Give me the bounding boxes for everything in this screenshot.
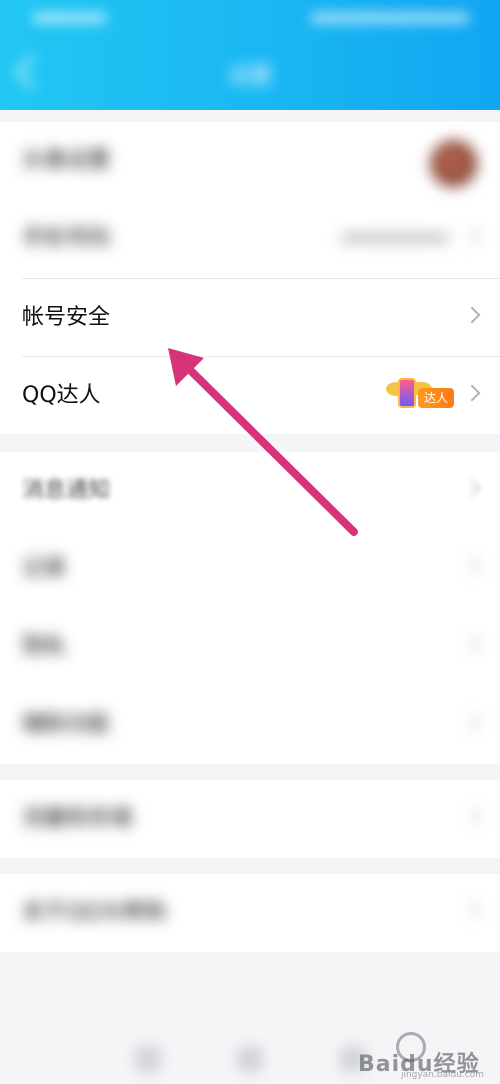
row-records[interactable]: 记录 xyxy=(0,530,500,608)
row-account-security[interactable]: 帐号安全 xyxy=(0,279,500,357)
chevron-right-icon xyxy=(463,901,481,919)
row-about[interactable]: 关于QQ与帮助 xyxy=(0,874,500,952)
back-icon[interactable] xyxy=(15,55,49,89)
chevron-right-icon xyxy=(463,635,481,653)
row-label: 关于QQ与帮助 xyxy=(22,900,167,925)
row-privacy[interactable]: 隐私 xyxy=(0,608,500,686)
row-label: 手机号码 xyxy=(22,226,111,251)
phone-icon xyxy=(398,378,416,408)
page-title: 设置 xyxy=(227,64,272,89)
daren-badge: 达人 xyxy=(386,376,454,412)
row-label: 帐号安全 xyxy=(22,305,111,330)
about-group: 关于QQ与帮助 xyxy=(0,874,500,952)
baidu-watermark: Baidu经验 jingyan.baidu.com xyxy=(358,1032,488,1080)
row-label: 隐私 xyxy=(22,634,67,659)
row-accessibility[interactable]: 辅助功能 xyxy=(0,686,500,764)
row-storage[interactable]: 流量和存储 xyxy=(0,780,500,858)
chevron-right-icon xyxy=(463,713,481,731)
status-left xyxy=(32,12,107,24)
chevron-right-icon xyxy=(463,306,481,324)
settings-group: 消息通知 记录 隐私 辅助功能 xyxy=(0,452,500,764)
avatar xyxy=(430,140,478,188)
row-phone[interactable]: 手机号码 xyxy=(0,200,500,278)
watermark-sub: jingyan.baidu.com xyxy=(400,1070,484,1080)
chevron-right-icon xyxy=(463,557,481,575)
row-label: 辅助功能 xyxy=(22,712,111,737)
nav-tab-icon[interactable] xyxy=(135,1046,161,1072)
row-label: QQ达人 xyxy=(22,383,101,408)
row-label: 流量和存储 xyxy=(22,806,133,831)
row-label: 消息通知 xyxy=(22,478,111,503)
status-right xyxy=(310,12,470,24)
chevron-right-icon xyxy=(463,807,481,825)
nav-tab-icon[interactable] xyxy=(237,1046,263,1072)
account-group: 头像设置 手机号码 帐号安全 QQ达人 达人 xyxy=(0,122,500,434)
nav-bar: 设置 xyxy=(0,40,500,104)
row-avatar[interactable]: 头像设置 xyxy=(0,122,500,200)
badge-label: 达人 xyxy=(418,388,454,408)
row-notifications[interactable]: 消息通知 xyxy=(0,452,500,530)
chevron-right-icon xyxy=(463,227,481,245)
status-bar xyxy=(0,0,500,36)
chevron-right-icon xyxy=(463,479,481,497)
row-label: 记录 xyxy=(22,556,67,581)
chevron-right-icon xyxy=(463,384,481,402)
header-bar: 设置 xyxy=(0,0,500,110)
storage-group: 流量和存储 xyxy=(0,780,500,858)
phone-value xyxy=(340,232,450,244)
row-qq-daren[interactable]: QQ达人 达人 xyxy=(0,357,500,435)
row-label: 头像设置 xyxy=(22,148,111,173)
